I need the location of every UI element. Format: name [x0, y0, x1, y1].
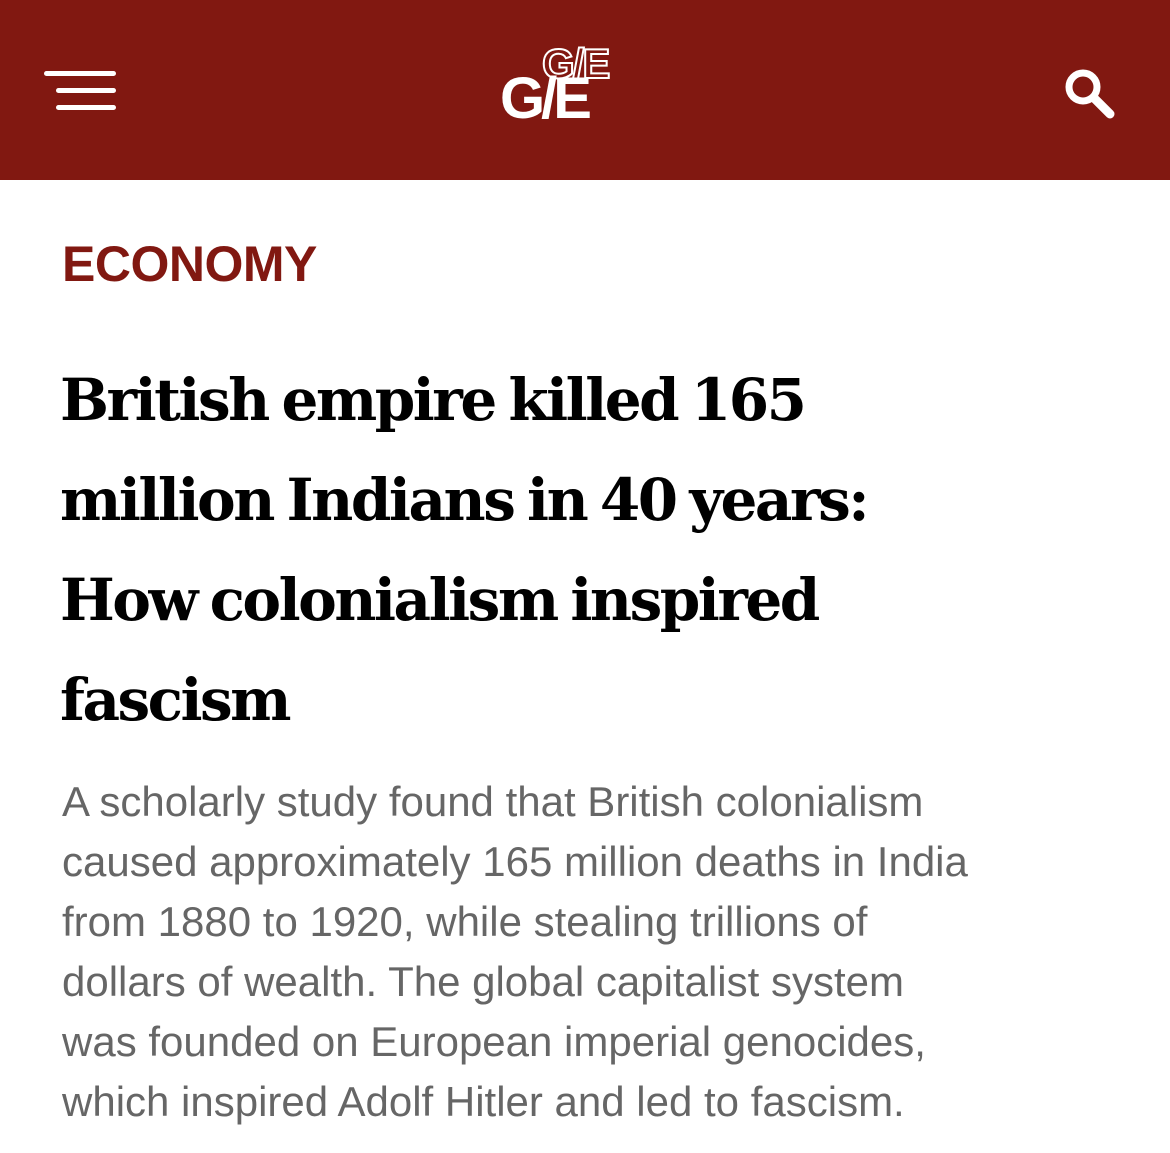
headline-line: fascism: [60, 666, 292, 734]
summary-line: caused approximately 165 million deaths …: [62, 838, 968, 885]
menu-line: [44, 71, 116, 76]
summary-line: which inspired Adolf Hitler and led to f…: [62, 1078, 905, 1125]
menu-line: [56, 105, 116, 110]
search-icon: [1065, 69, 1115, 119]
headline-line: million Indians in 40 years:: [60, 466, 870, 534]
summary-line: A scholarly study found that British col…: [62, 778, 924, 825]
summary-line: dollars of wealth. The global capitalist…: [62, 958, 904, 1005]
logo-solid-text: G/E: [500, 66, 590, 131]
site-logo-graphic: G/E G/E: [500, 39, 612, 131]
summary-line: from 1880 to 1920, while stealing trilli…: [62, 898, 868, 945]
search-button[interactable]: [1060, 64, 1118, 122]
top-app-bar: G/E G/E: [0, 0, 1170, 180]
summary-line: was founded on European imperial genocid…: [62, 1018, 926, 1065]
headline-line: British empire killed 165: [60, 366, 807, 434]
headline-line: How colonialism inspired: [60, 566, 820, 634]
article-category[interactable]: ECONOMY: [62, 234, 317, 294]
site-logo[interactable]: G/E G/E: [498, 36, 678, 136]
article-summary: A scholarly study found that British col…: [62, 772, 1142, 1132]
hamburger-menu-button[interactable]: [44, 68, 120, 114]
menu-line: [56, 88, 116, 93]
article-headline[interactable]: British empire killed 165 million Indian…: [60, 350, 1140, 750]
